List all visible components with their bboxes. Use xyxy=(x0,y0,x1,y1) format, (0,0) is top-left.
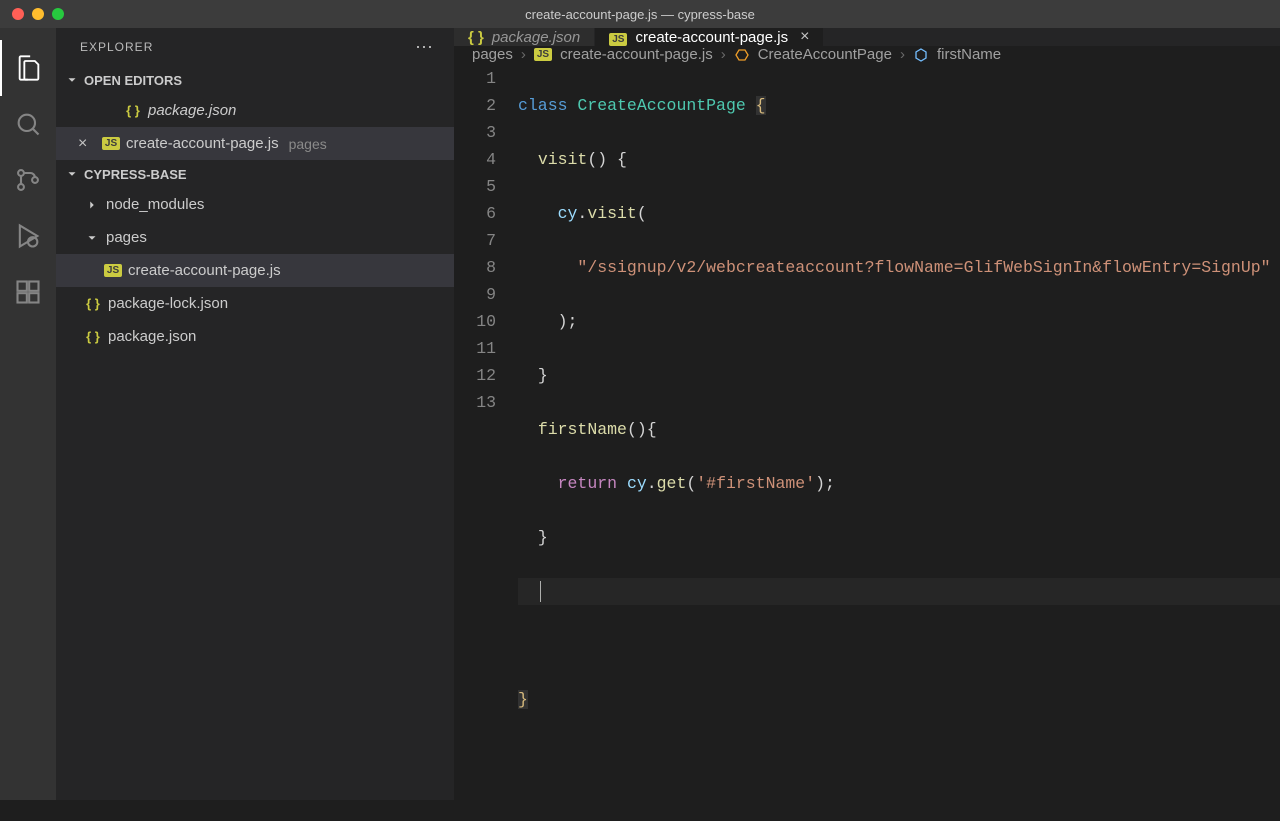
json-icon: { } xyxy=(468,29,484,46)
editor-pane: { } package.json JS create-account-page.… xyxy=(454,28,1280,800)
breadcrumb[interactable]: pages › JS create-account-page.js › Crea… xyxy=(454,46,1280,63)
sidebar-header: EXPLORER ⋯ xyxy=(56,28,454,66)
sidebar-title: EXPLORER xyxy=(80,40,153,54)
breadcrumb-folder[interactable]: pages xyxy=(472,46,513,63)
folder-node-modules[interactable]: node_modules xyxy=(56,188,454,221)
chevron-down-icon xyxy=(64,166,80,182)
open-editor-name: package.json xyxy=(148,102,236,119)
json-icon: { } xyxy=(84,296,102,311)
line-gutter: 1 2 3 4 5 6 7 8 9 10 11 12 13 xyxy=(454,63,518,821)
field-symbol-icon xyxy=(913,47,929,63)
activity-bar xyxy=(0,28,56,800)
folder-pages[interactable]: pages xyxy=(56,221,454,254)
breadcrumb-file[interactable]: create-account-page.js xyxy=(560,46,713,63)
text-cursor xyxy=(540,581,541,602)
code-content[interactable]: class CreateAccountPage { visit() { cy.v… xyxy=(518,63,1280,821)
chevron-right-icon xyxy=(84,197,100,213)
breadcrumb-member[interactable]: firstName xyxy=(937,46,1001,63)
tab-label: create-account-page.js xyxy=(635,29,788,46)
open-editors-header[interactable]: OPEN EDITORS xyxy=(56,66,454,94)
tab-package-json[interactable]: { } package.json xyxy=(454,28,595,46)
tab-create-account[interactable]: JS create-account-page.js × xyxy=(595,28,824,46)
js-icon: JS xyxy=(102,137,120,150)
open-editor-item[interactable]: { } package.json xyxy=(56,94,454,127)
window-title: create-account-page.js — cypress-base xyxy=(525,7,755,22)
open-editor-name: create-account-page.js xyxy=(126,135,279,152)
project-header[interactable]: CYPRESS-BASE xyxy=(56,160,454,188)
project-label: CYPRESS-BASE xyxy=(84,167,187,182)
explorer-icon[interactable] xyxy=(0,40,56,96)
search-icon[interactable] xyxy=(0,96,56,152)
close-editor-icon[interactable]: × xyxy=(78,135,96,153)
open-editor-item[interactable]: × JS create-account-page.js pages xyxy=(56,127,454,160)
folder-name: pages xyxy=(106,229,147,246)
breadcrumb-class[interactable]: CreateAccountPage xyxy=(758,46,892,63)
extensions-icon[interactable] xyxy=(0,264,56,320)
close-window-button[interactable] xyxy=(12,8,24,20)
file-create-account[interactable]: JS create-account-page.js xyxy=(56,254,454,287)
json-icon: { } xyxy=(124,103,142,118)
editor-tabs: { } package.json JS create-account-page.… xyxy=(454,28,1280,46)
file-name: package-lock.json xyxy=(108,295,228,312)
sidebar: EXPLORER ⋯ OPEN EDITORS { } package.json… xyxy=(56,28,454,800)
open-editor-path: pages xyxy=(289,136,327,152)
close-tab-icon[interactable]: × xyxy=(800,28,809,46)
code-editor[interactable]: 1 2 3 4 5 6 7 8 9 10 11 12 13 class Crea… xyxy=(454,63,1280,821)
tab-label: package.json xyxy=(492,29,580,46)
file-package-json[interactable]: { } package.json xyxy=(56,320,454,353)
json-icon: { } xyxy=(84,329,102,344)
file-package-lock[interactable]: { } package-lock.json xyxy=(56,287,454,320)
main-layout: EXPLORER ⋯ OPEN EDITORS { } package.json… xyxy=(0,28,1280,800)
class-symbol-icon xyxy=(734,47,750,63)
debug-icon[interactable] xyxy=(0,208,56,264)
open-editors-label: OPEN EDITORS xyxy=(84,73,182,88)
folder-name: node_modules xyxy=(106,196,204,213)
chevron-right-icon: › xyxy=(521,46,526,63)
traffic-lights xyxy=(0,8,64,20)
source-control-icon[interactable] xyxy=(0,152,56,208)
maximize-window-button[interactable] xyxy=(52,8,64,20)
file-name: create-account-page.js xyxy=(128,262,281,279)
js-icon: JS xyxy=(534,48,552,61)
minimize-window-button[interactable] xyxy=(32,8,44,20)
chevron-down-icon xyxy=(84,230,100,246)
js-icon: JS xyxy=(609,29,627,46)
sidebar-more-icon[interactable]: ⋯ xyxy=(415,37,434,58)
file-name: package.json xyxy=(108,328,196,345)
chevron-down-icon xyxy=(64,72,80,88)
chevron-right-icon: › xyxy=(900,46,905,63)
chevron-right-icon: › xyxy=(721,46,726,63)
js-icon: JS xyxy=(104,264,122,277)
titlebar: create-account-page.js — cypress-base xyxy=(0,0,1280,28)
